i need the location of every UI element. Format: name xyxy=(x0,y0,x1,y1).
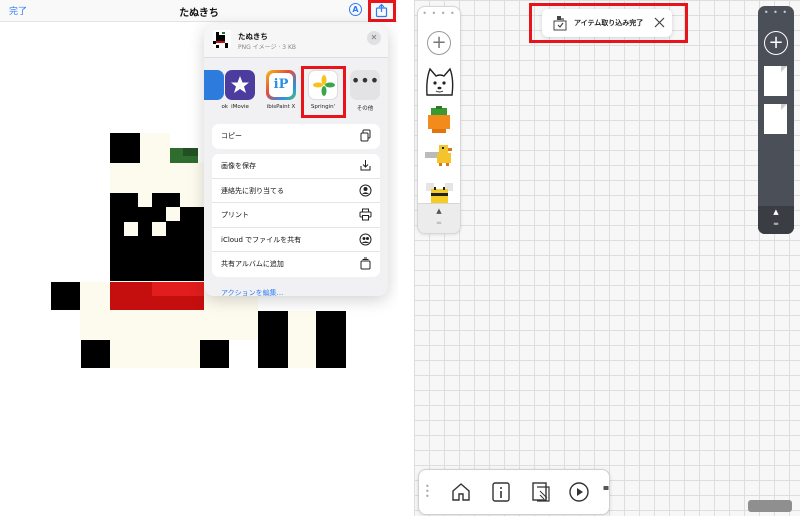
markup-icon[interactable]: A xyxy=(349,3,362,16)
import-complete-toast: アイテム取り込み完了 xyxy=(542,9,672,37)
action-print[interactable]: プリント xyxy=(212,203,380,228)
chevron-up-icon[interactable]: ▲ xyxy=(758,208,794,216)
palette-footer: ▲ ═ xyxy=(418,203,460,233)
palette-handle-icon[interactable]: ═ xyxy=(418,219,460,227)
add-item-button[interactable]: + xyxy=(427,31,451,55)
action-icloud-share[interactable]: iCloud でファイルを共有 xyxy=(212,228,380,252)
bottom-toolbar: • • • xyxy=(418,469,610,515)
springin-editor: アイテム取り込み完了 • • • • + ▲ ═ • • • + ▲ ═ • •… xyxy=(414,0,800,516)
chevron-up-icon[interactable]: ▲ xyxy=(418,207,460,215)
page-palette-footer: ▲ ═ xyxy=(758,206,794,234)
copy-icon xyxy=(360,129,371,142)
save-icon xyxy=(360,160,371,171)
share-sheet-header: たぬきち PNG イメージ · 3 KB ✕ xyxy=(204,24,388,58)
palette-grip[interactable]: • • • xyxy=(758,8,794,20)
item-import-icon xyxy=(553,16,567,31)
lock-icon[interactable] xyxy=(603,484,609,490)
imovie-icon xyxy=(225,70,255,100)
share-sheet: たぬきち PNG イメージ · 3 KB ✕ ok iMovie iP ibis… xyxy=(204,24,388,296)
palette-handle-icon[interactable]: ═ xyxy=(758,220,794,228)
add-page-button[interactable]: + xyxy=(764,31,788,55)
more-icon: ••• xyxy=(350,70,380,100)
share-icon[interactable] xyxy=(374,3,389,18)
divider xyxy=(398,0,414,516)
page-thumbnail[interactable] xyxy=(764,66,787,96)
carrot-icon xyxy=(428,106,450,133)
item-palette: • • • • + ▲ ═ xyxy=(417,6,461,234)
print-icon xyxy=(359,208,372,221)
app-more[interactable]: ••• その他 xyxy=(346,70,384,112)
page-thumbnail[interactable] xyxy=(764,104,787,134)
item-chick[interactable] xyxy=(423,139,456,172)
actions-group-copy: コピー xyxy=(212,124,380,149)
app-springin[interactable]: Springin' xyxy=(304,70,342,110)
springin-icon xyxy=(308,70,338,100)
play-icon[interactable] xyxy=(567,480,591,504)
ibispaint-icon: iP xyxy=(266,70,296,100)
palette-grip[interactable]: • • • • xyxy=(418,9,460,21)
page-palette: • • • + ▲ ═ xyxy=(758,6,794,234)
page-title: たぬきち xyxy=(179,8,219,19)
share-screen: 完了 たぬきち A たぬきち PNG イメージ · 3 KB ✕ ok iMov… xyxy=(0,0,398,516)
top-bar: 完了 たぬきち A xyxy=(0,0,398,22)
item-carrot[interactable] xyxy=(423,103,456,136)
home-icon[interactable] xyxy=(449,480,473,504)
file-name: たぬきち xyxy=(238,32,268,41)
toast-text: アイテム取り込み完了 xyxy=(574,19,644,27)
shared-album-icon xyxy=(360,257,371,270)
item-dog[interactable] xyxy=(423,65,456,98)
file-meta: PNG イメージ · 3 KB xyxy=(238,44,297,51)
action-assign-contact[interactable]: 連絡先に割り当てる xyxy=(212,179,380,203)
file-thumbnail xyxy=(213,30,231,48)
status-indicator xyxy=(748,500,792,512)
icloud-share-icon xyxy=(359,233,372,245)
action-save-image[interactable]: 画像を保存 xyxy=(212,154,380,179)
toolbar-grip-icon[interactable]: • • • xyxy=(425,483,430,501)
dog-icon xyxy=(426,67,454,96)
close-icon[interactable]: ✕ xyxy=(367,31,381,45)
close-icon[interactable] xyxy=(653,16,666,29)
page-icon[interactable] xyxy=(529,480,553,504)
info-icon[interactable] xyxy=(489,480,513,504)
action-copy[interactable]: コピー xyxy=(212,124,380,149)
chick-icon xyxy=(425,145,452,166)
action-shared-album[interactable]: 共有アルバムに追加 xyxy=(212,252,380,277)
actions-group-main: 画像を保存 連絡先に割り当てる プリント iCloud でファイルを共有 共有ア… xyxy=(212,154,380,277)
edit-actions-link[interactable]: アクションを編集... xyxy=(221,288,283,296)
contact-icon xyxy=(359,184,372,196)
app-ibispaint[interactable]: iP ibisPaint X xyxy=(262,70,300,110)
app-imovie[interactable]: iMovie xyxy=(221,70,259,110)
